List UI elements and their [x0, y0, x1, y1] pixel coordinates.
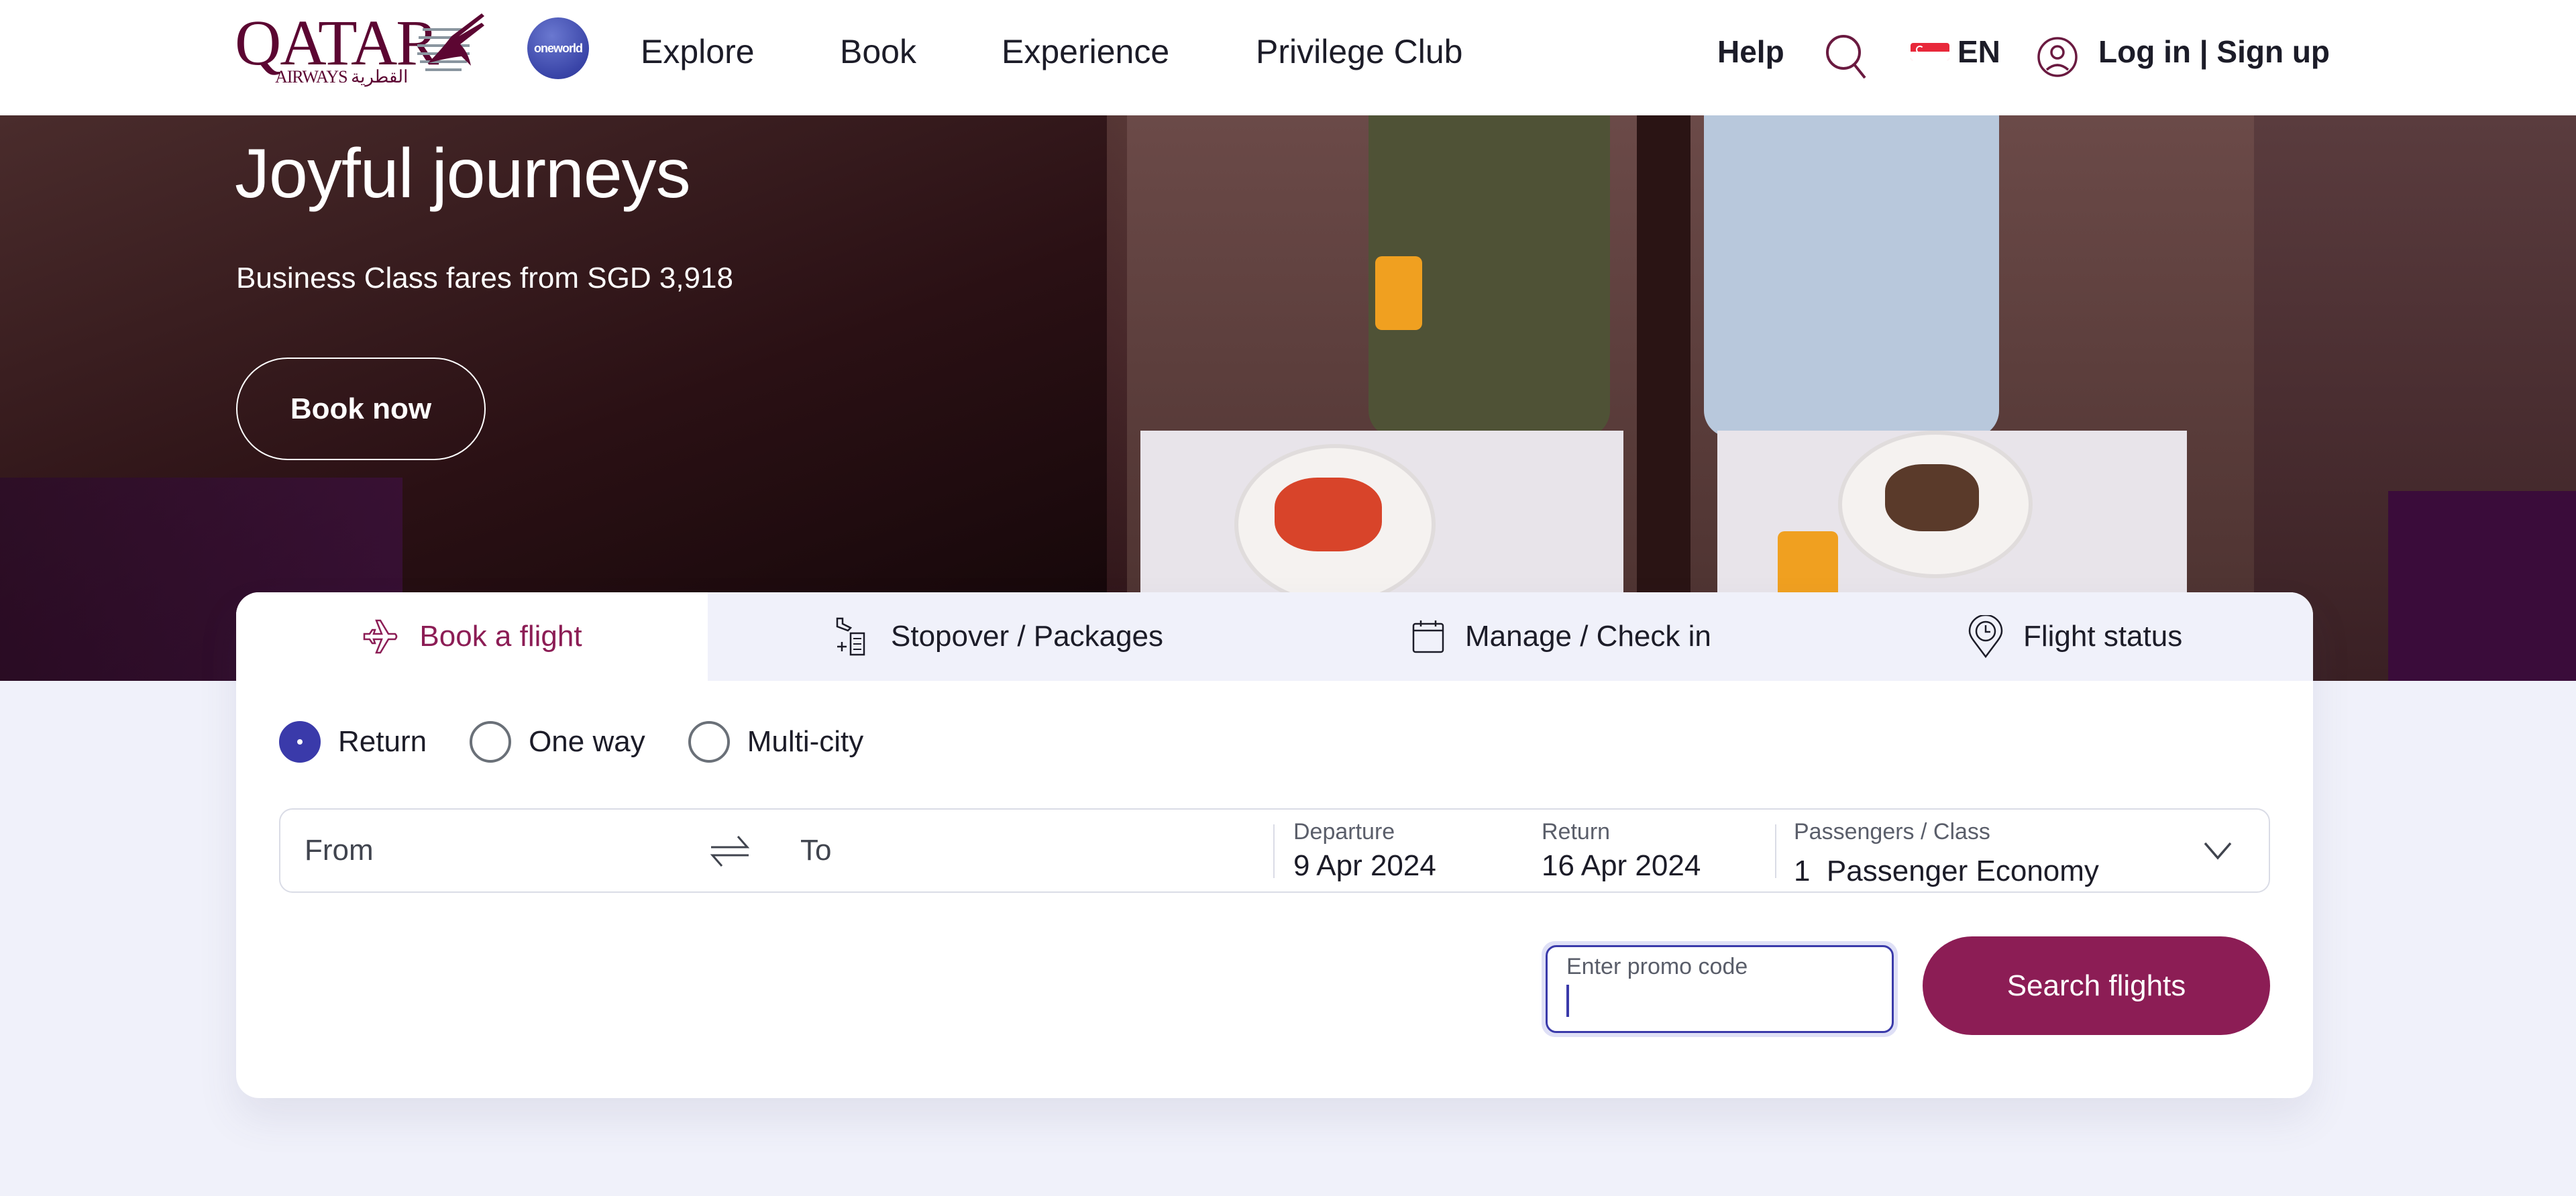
hero-title: Joyful journeys: [235, 135, 691, 213]
return-date-field[interactable]: Return 16 Apr 2024: [1542, 819, 1701, 883]
user-icon[interactable]: [2037, 36, 2078, 81]
radio-label: Return: [338, 725, 427, 758]
oryx-icon: [417, 13, 484, 71]
hero-seat-purple: [2388, 491, 2576, 681]
radio-button[interactable]: [688, 721, 730, 763]
radio-button[interactable]: [279, 721, 321, 763]
passengers-label: Passengers / Class: [1794, 819, 1990, 845]
from-field[interactable]: From: [305, 834, 374, 867]
qatar-airways-logo[interactable]: QATAR AIRWAYS القطرية: [235, 7, 490, 87]
tab-book-a-flight[interactable]: Book a flight: [236, 592, 708, 681]
tab-stopover-packages[interactable]: Stopover / Packages: [830, 592, 1163, 681]
trip-type-group: Return One way Multi-city: [279, 721, 906, 763]
oneworld-badge[interactable]: oneworld: [527, 17, 589, 79]
radio-label: One way: [529, 725, 645, 758]
book-now-button[interactable]: Book now: [236, 358, 486, 460]
hero-passenger-man: [1704, 115, 1999, 437]
logo-subtitle: AIRWAYS القطرية: [275, 67, 409, 87]
return-label: Return: [1542, 819, 1611, 845]
text-caret: [1566, 985, 1569, 1017]
promo-input-wrapper: Enter promo code: [1546, 945, 1894, 1033]
radio-one-way[interactable]: One way: [470, 721, 645, 763]
hero-food-lobster: [1275, 478, 1382, 551]
promo-code-input[interactable]: [1564, 985, 1872, 1025]
departure-date-field[interactable]: Departure 9 Apr 2024: [1293, 819, 1436, 883]
radio-button[interactable]: [470, 721, 512, 763]
nav-book[interactable]: Book: [840, 32, 916, 71]
departure-label: Departure: [1293, 819, 1395, 845]
passengers-class-field[interactable]: Passengers / Class 1 Passenger Economy: [1794, 819, 2099, 888]
promo-code-field[interactable]: Enter promo code: [1542, 941, 1898, 1037]
tab-label: Flight status: [2023, 620, 2183, 653]
field-divider: [1775, 824, 1776, 878]
logo-wordmark: QATAR: [235, 7, 439, 78]
radio-label: Multi-city: [747, 725, 864, 758]
hero-subtitle: Business Class fares from SGD 3,918: [236, 262, 733, 294]
singapore-flag-icon[interactable]: [1911, 43, 1949, 60]
site-header: QATAR AIRWAYS القطرية oneworld Explore B…: [0, 0, 2576, 115]
booking-tabs: Book a flight Stopover / Packages Manage…: [236, 592, 2313, 681]
tab-flight-status[interactable]: Flight status: [1968, 592, 2182, 681]
help-link[interactable]: Help: [1717, 34, 1784, 70]
hero-food-steak: [1885, 464, 1979, 531]
booking-widget: Book a flight Stopover / Packages Manage…: [236, 592, 2313, 1098]
nav-explore[interactable]: Explore: [641, 32, 755, 71]
tab-label: Manage / Check in: [1465, 620, 1711, 653]
search-icon[interactable]: [1823, 34, 1868, 84]
passengers-value: 1 Passenger Economy: [1794, 855, 2099, 887]
radio-return[interactable]: Return: [279, 721, 427, 763]
tab-label: Stopover / Packages: [891, 620, 1164, 653]
departure-value: 9 Apr 2024: [1293, 849, 1436, 882]
chevron-down-icon[interactable]: [2203, 840, 2233, 864]
promo-label: Enter promo code: [1566, 954, 1748, 979]
to-field[interactable]: To: [800, 834, 831, 867]
hero-juice-glass: [1375, 256, 1422, 330]
nav-experience[interactable]: Experience: [1002, 32, 1169, 71]
language-selector[interactable]: EN: [1957, 34, 2000, 70]
search-flights-button[interactable]: Search flights: [1923, 936, 2270, 1035]
tab-label: Book a flight: [419, 620, 582, 653]
field-divider: [1273, 824, 1275, 878]
tab-manage-check-in[interactable]: Manage / Check in: [1411, 592, 1711, 681]
return-value: 16 Apr 2024: [1542, 849, 1701, 882]
nav-privilege-club[interactable]: Privilege Club: [1256, 32, 1462, 71]
stopover-icon: [830, 616, 871, 657]
swap-icon[interactable]: [708, 830, 751, 876]
login-signup-link[interactable]: Log in | Sign up: [2098, 34, 2330, 70]
radio-multi-city[interactable]: Multi-city: [688, 721, 864, 763]
calendar-icon: [1411, 618, 1445, 655]
location-clock-icon: [1968, 615, 2003, 658]
plane-icon: [362, 618, 399, 655]
search-fields: From To Departure 9 Apr 2024 Return 16 A…: [279, 808, 2270, 893]
